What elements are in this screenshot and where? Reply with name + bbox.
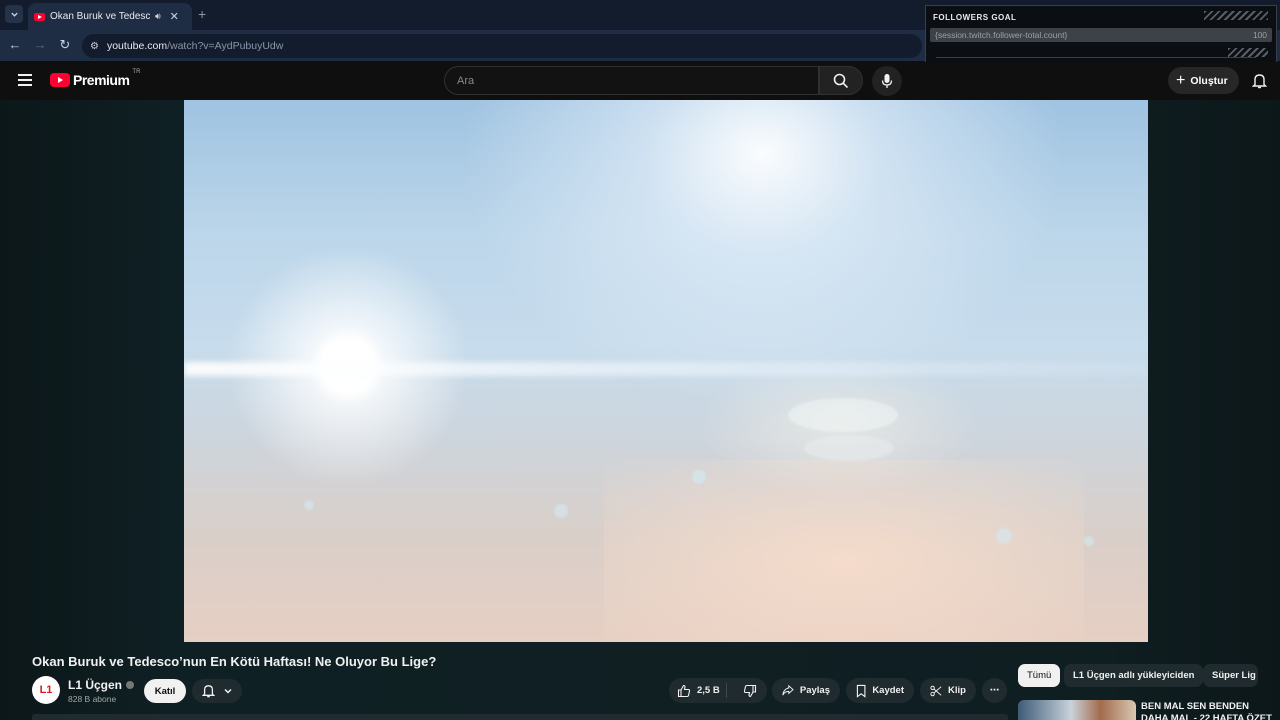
youtube-favicon-icon <box>34 12 45 21</box>
join-label: Katıl <box>154 685 176 697</box>
subscriber-count: 828 B abone <box>68 694 117 704</box>
description-box[interactable] <box>32 714 1008 720</box>
chip-all[interactable]: Tümü <box>1018 664 1061 687</box>
like-dislike-group: 2,5 B <box>669 678 767 703</box>
share-button[interactable]: Paylaş <box>772 678 840 703</box>
clip-label: Klip <box>948 685 966 696</box>
bokeh-dot <box>692 470 706 484</box>
plus-icon: + <box>1176 71 1186 89</box>
video-player[interactable] <box>184 100 1148 642</box>
bell-icon <box>201 685 215 698</box>
overlay-divider <box>936 57 1256 58</box>
related-video-title[interactable]: BEN MAL SEN BENDEN DAHA MAL - 22 HAFTA Ö… <box>1141 701 1277 720</box>
dislike-button[interactable] <box>733 684 767 698</box>
more-icon: ⋯ <box>989 685 1000 696</box>
region-code: TR <box>132 69 141 75</box>
notifications-button[interactable] <box>1248 70 1270 92</box>
browser-tab[interactable]: Okan Buruk ve Tedesco'nun En Kötü Haftas… <box>28 3 192 30</box>
like-count: 2,5 B <box>697 685 720 696</box>
chevron-down-icon <box>10 12 18 17</box>
subscribed-notifications-button[interactable] <box>192 679 242 703</box>
more-actions-button[interactable]: ⋯ <box>982 678 1007 703</box>
tab-title: Okan Buruk ve Tedesco'nun En Kötü Haftas… <box>50 11 150 22</box>
create-label: Oluştur <box>1190 74 1228 87</box>
forward-arrow-icon[interactable]: → <box>31 37 49 52</box>
thumbs-up-icon <box>677 684 691 697</box>
url-input[interactable]: ⚙︎ youtube.com/watch?v=AydPubuyUdw <box>82 34 922 58</box>
close-icon[interactable]: ✕ <box>170 10 179 23</box>
lens-flare-orb <box>804 435 894 461</box>
search-input[interactable]: Ara <box>444 66 819 95</box>
like-button[interactable]: 2,5 B <box>669 683 728 698</box>
goal-progress-bar: {session.twitch.follower-total.count} 10… <box>930 28 1272 42</box>
save-label: Kaydet <box>872 685 904 696</box>
youtube-logo-icon <box>50 73 70 87</box>
related-video-thumbnail[interactable] <box>1018 700 1136 720</box>
verified-icon <box>126 681 135 689</box>
avatar-text: L1 <box>39 684 53 696</box>
channel-name: L1 Üçgen <box>68 678 123 692</box>
bell-icon <box>1251 74 1267 89</box>
join-button[interactable]: Katıl <box>144 679 186 703</box>
bokeh-dot <box>996 528 1012 544</box>
menu-icon[interactable] <box>18 74 32 86</box>
search-placeholder: Ara <box>457 74 475 87</box>
share-label: Paylaş <box>799 685 830 696</box>
chip-super-lig[interactable]: Süper Lig <box>1203 664 1258 687</box>
followers-goal-overlay: FOLLOWERS GOAL {session.twitch.follower-… <box>925 5 1277 63</box>
search-icon <box>833 73 849 88</box>
new-tab-button[interactable]: + <box>198 6 206 22</box>
youtube-premium-logo[interactable]: Premium TR <box>50 69 141 88</box>
url-text: youtube.com/watch?v=AydPubuyUdw <box>107 40 283 52</box>
overlay-title: FOLLOWERS GOAL <box>933 13 1017 22</box>
voice-search-button[interactable] <box>872 66 902 96</box>
chip-from-uploader[interactable]: L1 Üçgen adlı yükleyiciden <box>1064 664 1204 687</box>
tab-search-button[interactable] <box>5 5 23 23</box>
goal-count-placeholder: {session.twitch.follower-total.count} <box>935 30 1068 40</box>
avatar[interactable]: L1 <box>32 676 60 704</box>
back-arrow-icon[interactable]: ← <box>6 37 24 52</box>
overlay-decoration <box>1204 11 1268 20</box>
video-title: Okan Buruk ve Tedesco’nun En Kötü Haftas… <box>32 654 437 669</box>
speaker-icon[interactable]: 🔊︎ <box>155 11 161 22</box>
chevron-down-icon <box>223 688 232 694</box>
youtube-header: Premium TR Ara + Oluştur <box>0 62 1280 100</box>
goal-target: 100 <box>1252 30 1267 40</box>
site-info-icon[interactable]: ⚙︎ <box>90 41 99 52</box>
warm-glow <box>604 460 1084 642</box>
overlay-decoration <box>1228 48 1268 57</box>
logo-text: Premium <box>73 72 130 88</box>
thumbs-down-icon <box>744 684 757 697</box>
bokeh-dot <box>1084 536 1094 546</box>
clip-button[interactable]: Klip <box>920 678 976 703</box>
create-button[interactable]: + Oluştur <box>1168 67 1239 94</box>
lens-flare-orb <box>788 398 898 432</box>
bokeh-dot <box>554 504 568 518</box>
save-button[interactable]: Kaydet <box>846 678 914 703</box>
url-path: /watch?v=AydPubuyUdw <box>167 40 284 52</box>
channel-name-link[interactable]: L1 Üçgen <box>68 678 135 692</box>
chip-label: Süper Lig <box>1212 670 1256 681</box>
watch-page: Okan Buruk ve Tedesco’nun En Kötü Haftas… <box>0 100 1280 720</box>
lens-flare <box>184 362 1148 376</box>
url-host: youtube.com <box>106 40 168 52</box>
reload-icon[interactable]: ↻ <box>56 37 74 53</box>
bokeh-dot <box>304 500 314 510</box>
search-button[interactable] <box>819 66 863 95</box>
chip-label: L1 Üçgen adlı yükleyiciden <box>1073 670 1195 681</box>
share-icon <box>782 684 794 696</box>
bookmark-icon <box>856 684 866 698</box>
chip-label: Tümü <box>1027 670 1052 681</box>
scissors-icon <box>930 685 942 696</box>
microphone-icon <box>881 74 893 88</box>
